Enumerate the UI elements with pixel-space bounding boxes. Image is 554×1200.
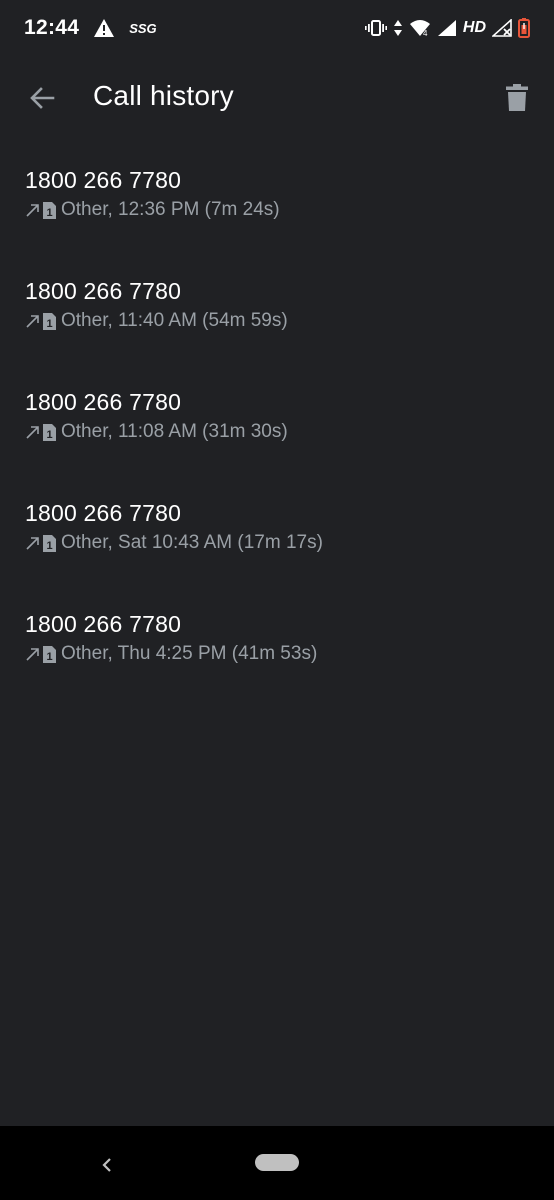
nav-back-button[interactable]: [92, 1150, 122, 1180]
sim-icon: 1: [43, 201, 61, 219]
call-details: Other, 11:40 AM (54m 59s): [61, 310, 288, 331]
call-list-item[interactable]: 1800 266 7780 1 Other, 11:08 AM (31m 30s…: [0, 367, 554, 478]
svg-text:1: 1: [47, 429, 53, 441]
status-time: 12:44: [24, 16, 80, 39]
call-meta: 1 Other, 11:08 AM (31m 30s): [25, 419, 554, 445]
status-bar: 12:44 SSG 4 HD: [0, 0, 554, 56]
call-details: Other, Sat 10:43 AM (17m 17s): [61, 532, 323, 553]
chevron-left-icon: [100, 1156, 114, 1174]
call-meta: 1 Other, 11:40 AM (54m 59s): [25, 308, 554, 334]
sim-icon: 1: [43, 534, 61, 552]
call-history-list: 1800 266 7780 1 Other, 12:36 PM (7m 24s)…: [0, 145, 554, 700]
back-button[interactable]: [18, 76, 66, 120]
call-number: 1800 266 7780: [25, 500, 182, 526]
sim-icon: 1: [43, 423, 61, 441]
call-number: 1800 266 7780: [25, 389, 182, 415]
status-bar-left: 12:44 SSG: [24, 16, 157, 40]
hd-label: HD: [462, 19, 486, 36]
call-number: 1800 266 7780: [25, 611, 182, 637]
svg-text:1: 1: [47, 540, 53, 552]
call-list-item[interactable]: 1800 266 7780 1 Other, 11:40 AM (54m 59s…: [0, 256, 554, 367]
signal-icon: [437, 19, 457, 37]
sim-icon: 1: [43, 312, 61, 330]
page-title: Call history: [93, 80, 234, 111]
outgoing-call-icon: [25, 202, 43, 218]
svg-text:1: 1: [47, 318, 53, 330]
call-list-item[interactable]: 1800 266 7780 1 Other, Thu 4:25 PM (41m …: [0, 589, 554, 700]
call-meta: 1 Other, 12:36 PM (7m 24s): [25, 197, 554, 223]
no-signal-icon: [492, 19, 512, 37]
outgoing-call-icon: [25, 313, 43, 329]
call-list-item[interactable]: 1800 266 7780 1 Other, 12:36 PM (7m 24s): [0, 145, 554, 256]
system-nav-bar: [0, 1126, 554, 1200]
warning-icon: [93, 18, 115, 38]
sim-icon: 1: [43, 645, 61, 663]
trash-icon: [506, 84, 528, 112]
outgoing-call-icon: [25, 646, 43, 662]
data-arrows-icon: [393, 19, 403, 37]
call-number: 1800 266 7780: [25, 167, 182, 193]
call-details: Other, 11:08 AM (31m 30s): [61, 421, 288, 442]
call-number: 1800 266 7780: [25, 278, 182, 304]
vibrate-icon: [364, 19, 387, 37]
outgoing-call-icon: [25, 535, 43, 551]
call-meta: 1 Other, Thu 4:25 PM (41m 53s): [25, 641, 554, 667]
nav-home-pill[interactable]: [255, 1154, 299, 1171]
call-details: Other, 12:36 PM (7m 24s): [61, 199, 280, 220]
carrier-badge: SSG: [129, 20, 157, 36]
app-bar: Call history: [0, 56, 554, 140]
svg-text:4: 4: [423, 29, 428, 37]
svg-text:1: 1: [47, 207, 53, 219]
battery-icon: [518, 18, 530, 38]
call-meta: 1 Other, Sat 10:43 AM (17m 17s): [25, 530, 554, 556]
call-list-item[interactable]: 1800 266 7780 1 Other, Sat 10:43 AM (17m…: [0, 478, 554, 589]
status-bar-right: 4 HD: [364, 18, 530, 38]
arrow-back-icon: [29, 85, 55, 111]
outgoing-call-icon: [25, 424, 43, 440]
call-details: Other, Thu 4:25 PM (41m 53s): [61, 643, 318, 664]
wifi-icon: 4: [409, 19, 431, 37]
svg-text:1: 1: [47, 651, 53, 663]
delete-history-button[interactable]: [494, 76, 540, 120]
